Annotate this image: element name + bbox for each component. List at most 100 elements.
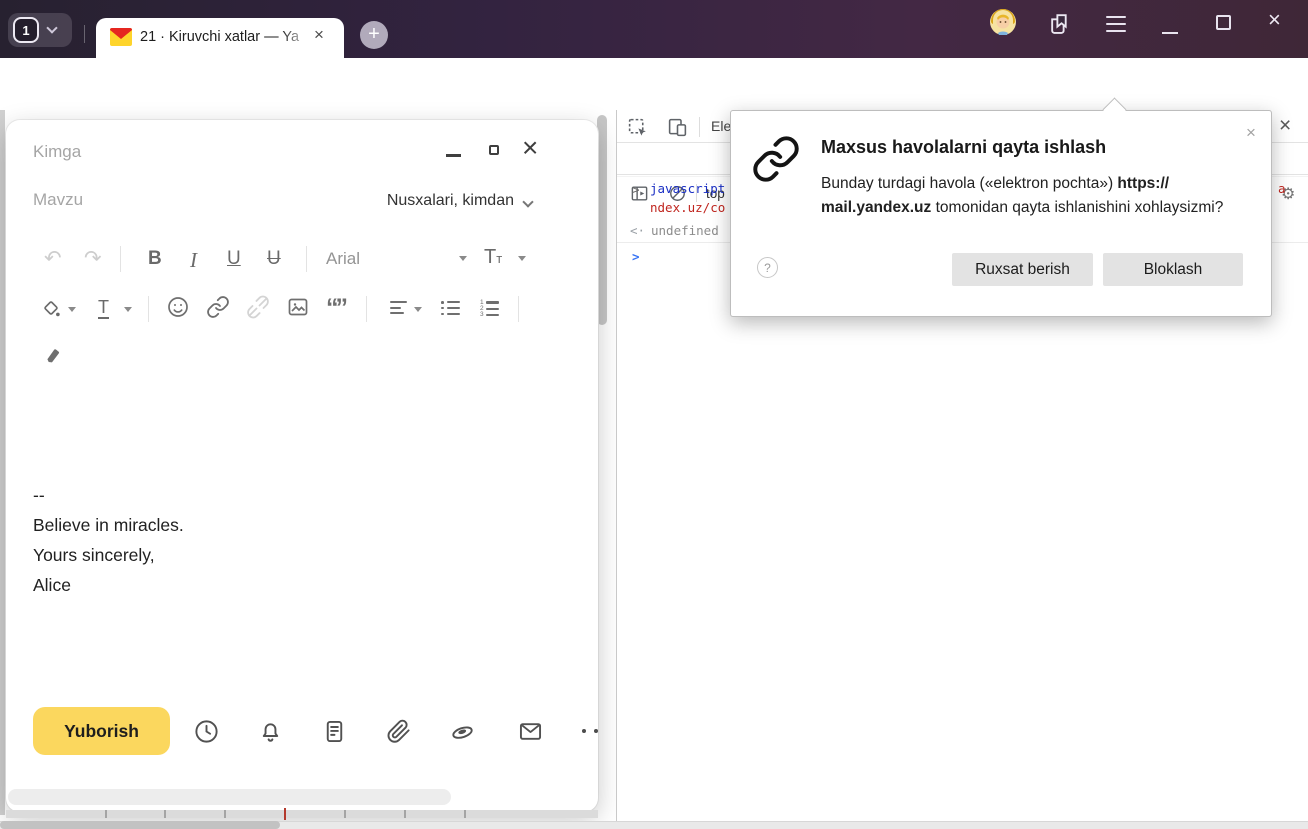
window-minimize-button[interactable] <box>1162 32 1178 34</box>
compose-restore-button[interactable] <box>489 145 499 155</box>
redo-button[interactable]: ↷ <box>84 246 102 271</box>
underline-button[interactable]: U <box>227 248 241 270</box>
help-icon[interactable]: ? <box>757 257 778 278</box>
window-close-button[interactable]: × <box>1268 7 1281 33</box>
insert-image-icon[interactable] <box>286 295 310 319</box>
body-line: Believe in miracles. <box>33 515 184 535</box>
page-edge <box>0 110 5 815</box>
allow-button[interactable]: Ruxsat berish <box>952 253 1093 286</box>
dialog-title: Maxsus havolalarni qayta ishlash <box>821 137 1107 157</box>
divider <box>306 246 307 272</box>
tab-group-count-badge[interactable]: 1 <box>13 17 39 43</box>
font-size-button[interactable]: Tт <box>484 246 502 269</box>
divider <box>366 296 367 322</box>
compose-window: Kimga × Mavzu Nusxalari, kimdan ↶ ↷ B I … <box>6 120 598 812</box>
caret-down-icon <box>414 307 422 312</box>
message-body[interactable]: -- Believe in miracles. Yours sincerely,… <box>33 480 184 600</box>
menu-icon[interactable] <box>1106 16 1126 32</box>
block-button[interactable]: Bloklash <box>1103 253 1243 286</box>
compose-minimize-button[interactable] <box>446 154 461 157</box>
console-result-value: undefined <box>651 223 719 238</box>
body-text: tomonidan qayta ishlanishini xohlaysizmi… <box>931 198 1224 216</box>
numbered-list-icon[interactable]: 1 2 3 <box>480 299 499 318</box>
window-maximize-button[interactable] <box>1216 15 1231 30</box>
font-family-select[interactable]: Arial <box>326 249 360 269</box>
italic-button[interactable]: I <box>190 248 197 273</box>
caret-down-icon <box>459 256 467 261</box>
body-text: Bunday turdagi havola («elektron pochta»… <box>821 175 1118 192</box>
yandex-mail-favicon <box>110 28 132 46</box>
emoji-icon[interactable] <box>166 295 190 319</box>
caret-down-icon <box>68 307 76 312</box>
console-input-echo-line2: ndex.uz/co <box>650 200 726 215</box>
ruler-tick <box>105 810 107 818</box>
link-chain-icon <box>753 136 799 182</box>
caret-down-icon <box>124 307 132 312</box>
remove-link-icon[interactable] <box>246 295 270 319</box>
divider <box>699 117 700 137</box>
ruler-tick <box>404 810 406 818</box>
browser-titlebar: 1 21 · Kiruvchi xatlar — Ya × + × <box>0 0 1308 58</box>
divider <box>84 25 85 43</box>
protocol-handler-dialog: Maxsus havolalarni qayta ishlash Bunday … <box>730 110 1272 317</box>
insert-link-icon[interactable] <box>206 295 230 319</box>
browser-tab[interactable]: 21 · Kiruvchi xatlar — Ya × <box>96 18 344 58</box>
chevron-down-icon <box>46 22 58 34</box>
body-url-part1: https:// <box>1117 175 1170 192</box>
body-line: Alice <box>33 575 71 595</box>
console-prompt[interactable]: > <box>632 249 640 264</box>
text-color-button[interactable]: T <box>98 298 109 319</box>
ruler-red-marker <box>284 808 286 820</box>
yandex-disk-icon[interactable] <box>449 718 476 745</box>
page-vertical-scrollbar[interactable] <box>597 115 607 325</box>
caret-down-icon <box>518 256 526 261</box>
strikethrough-button[interactable]: U <box>267 248 281 270</box>
to-field[interactable]: Kimga <box>33 142 81 162</box>
inspect-element-icon[interactable] <box>627 117 648 138</box>
dialog-body: Bunday turdagi havola («elektron pochta»… <box>821 172 1266 219</box>
clear-formatting-icon[interactable] <box>42 346 64 368</box>
compose-horizontal-scrollbar[interactable] <box>8 789 451 805</box>
dialog-close-icon[interactable]: × <box>1246 123 1256 143</box>
body-line: Yours sincerely, <box>33 545 155 565</box>
new-tab-button[interactable]: + <box>360 21 388 49</box>
divider <box>120 246 121 272</box>
body-url-part2: mail.yandex.uz <box>821 198 932 216</box>
more-options-icon[interactable] <box>582 729 604 733</box>
body-line: -- <box>33 485 45 505</box>
align-icon[interactable] <box>390 301 407 315</box>
schedule-send-icon[interactable] <box>193 718 220 745</box>
devtools-close-icon[interactable]: × <box>1279 114 1291 138</box>
tab-group-chip[interactable]: 1 <box>8 13 72 47</box>
tab-close-icon[interactable]: × <box>314 25 324 45</box>
tab-title: 21 · Kiruvchi xatlar — Ya <box>140 29 300 45</box>
page-ruler <box>6 808 598 820</box>
reminder-icon[interactable] <box>257 718 284 745</box>
avatar[interactable] <box>990 9 1016 35</box>
subject-field[interactable]: Mavzu <box>33 190 83 210</box>
ruler-tick <box>464 810 466 818</box>
cc-from-toggle[interactable]: Nusxalari, kimdan <box>346 192 514 210</box>
expand-chevron[interactable]: > <box>632 182 640 197</box>
bulleted-list-icon[interactable] <box>441 301 460 316</box>
compose-close-icon[interactable]: × <box>522 132 538 164</box>
ruler-tick <box>224 810 226 818</box>
fill-color-icon[interactable] <box>40 297 62 319</box>
bold-button[interactable]: B <box>148 248 162 270</box>
console-input-echo-fragment: a <box>1278 181 1286 196</box>
template-icon[interactable] <box>321 718 348 745</box>
bookmarks-panel-icon[interactable] <box>1048 11 1073 36</box>
attach-from-mail-icon[interactable] <box>517 718 544 745</box>
horizontal-scrollbar-thumb[interactable] <box>0 821 280 829</box>
attach-file-icon[interactable] <box>385 718 412 745</box>
font-size-glyph-small: т <box>496 251 503 266</box>
font-size-glyph: T <box>484 246 497 268</box>
ruler-tick <box>164 810 166 818</box>
chevron-down-icon <box>522 196 534 208</box>
undo-button[interactable]: ↶ <box>44 246 62 271</box>
ruler-tick <box>344 810 346 818</box>
send-button[interactable]: Yuborish <box>33 707 170 755</box>
device-toolbar-icon[interactable] <box>667 117 688 138</box>
quote-icon[interactable]: “” <box>326 294 348 323</box>
divider <box>518 296 519 322</box>
